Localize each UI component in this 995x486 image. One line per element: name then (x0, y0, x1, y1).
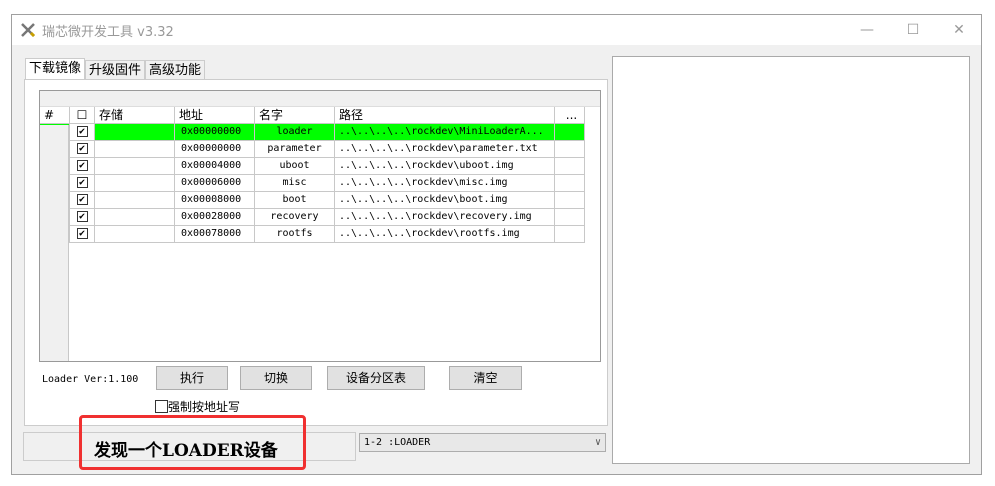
header-more: ... (555, 107, 585, 124)
row-storage (95, 175, 175, 192)
row-browse[interactable] (555, 192, 585, 209)
device-select-value: 1-2 :LOADER (364, 437, 431, 448)
table-row[interactable]: 4✔0x00006000misc..\..\..\..\rockdev\misc… (40, 175, 600, 192)
row-browse[interactable] (555, 158, 585, 175)
minimize-button[interactable]: — (844, 15, 890, 45)
row-name: uboot (255, 158, 335, 175)
row-name: parameter (255, 141, 335, 158)
row-path[interactable]: ..\..\..\..\rockdev\rootfs.img (335, 226, 555, 243)
clear-button[interactable]: 清空 (449, 366, 522, 390)
title-bar: 瑞芯微开发工具 v3.32 — ☐ ✕ (12, 15, 981, 45)
row-checkbox[interactable]: ✔ (76, 227, 88, 239)
table-row[interactable]: 7✔0x00078000rootfs..\..\..\..\rockdev\ro… (40, 226, 600, 243)
partition-table: # ☐ 存储 地址 名字 路径 ... 1✔0x00000000loader..… (39, 90, 601, 362)
row-storage (95, 124, 175, 141)
row-checkbox[interactable]: ✔ (76, 125, 88, 137)
close-button[interactable]: ✕ (936, 15, 982, 45)
row-browse[interactable] (555, 175, 585, 192)
row-address: 0x00000000 (175, 124, 255, 141)
header-storage: 存储 (95, 107, 175, 124)
row-storage (95, 158, 175, 175)
header-name: 名字 (255, 107, 335, 124)
row-browse[interactable] (555, 226, 585, 243)
tab-download-image[interactable]: 下载镜像 (25, 58, 86, 80)
row-checkbox[interactable]: ✔ (76, 193, 88, 205)
tab-advanced[interactable]: 高级功能 (145, 60, 206, 80)
app-window: 瑞芯微开发工具 v3.32 — ☐ ✕ 下载镜像 升级固件 高级功能 # ☐ 存… (11, 14, 982, 475)
header-index: # (40, 107, 70, 124)
row-name: misc (255, 175, 335, 192)
log-panel (612, 56, 970, 464)
row-address: 0x00008000 (175, 192, 255, 209)
row-path[interactable]: ..\..\..\..\rockdev\MiniLoaderA... (335, 124, 555, 141)
header-path: 路径 (335, 107, 555, 124)
row-name: loader (255, 124, 335, 141)
row-storage (95, 192, 175, 209)
row-browse[interactable] (555, 209, 585, 226)
row-path[interactable]: ..\..\..\..\rockdev\recovery.img (335, 209, 555, 226)
checkbox[interactable] (155, 400, 168, 413)
table-row[interactable]: 5✔0x00008000boot..\..\..\..\rockdev\boot… (40, 192, 600, 209)
row-path[interactable]: ..\..\..\..\rockdev\parameter.txt (335, 141, 555, 158)
table-header: # ☐ 存储 地址 名字 路径 ... (40, 107, 600, 124)
row-storage (95, 226, 175, 243)
row-address: 0x00028000 (175, 209, 255, 226)
download-panel: # ☐ 存储 地址 名字 路径 ... 1✔0x00000000loader..… (24, 79, 608, 426)
table-row[interactable]: 6✔0x00028000recovery..\..\..\..\rockdev\… (40, 209, 600, 226)
row-path[interactable]: ..\..\..\..\rockdev\boot.img (335, 192, 555, 209)
force-address-label: 强制按地址写 (168, 400, 241, 414)
tools-icon (21, 23, 36, 38)
partition-table-button[interactable]: 设备分区表 (327, 366, 425, 390)
table-row[interactable]: 3✔0x00004000uboot..\..\..\..\rockdev\ubo… (40, 158, 600, 175)
chevron-down-icon: ∨ (594, 437, 601, 448)
row-browse[interactable] (555, 141, 585, 158)
row-name: boot (255, 192, 335, 209)
switch-button[interactable]: 切换 (240, 366, 312, 390)
row-address: 0x00006000 (175, 175, 255, 192)
maximize-button[interactable]: ☐ (890, 15, 936, 45)
row-name: recovery (255, 209, 335, 226)
row-checkbox[interactable]: ✔ (76, 159, 88, 171)
row-checkbox[interactable]: ✔ (76, 176, 88, 188)
row-address: 0x00004000 (175, 158, 255, 175)
table-row[interactable]: 1✔0x00000000loader..\..\..\..\rockdev\Mi… (40, 124, 600, 141)
row-name: rootfs (255, 226, 335, 243)
window-title: 瑞芯微开发工具 v3.32 (42, 24, 174, 40)
header-address: 地址 (175, 107, 255, 124)
row-checkbox[interactable]: ✔ (76, 210, 88, 222)
row-storage (95, 141, 175, 158)
tab-upgrade-firmware[interactable]: 升级固件 (85, 60, 146, 80)
header-select-all[interactable]: ☐ (70, 107, 95, 124)
row-storage (95, 209, 175, 226)
row-path[interactable]: ..\..\..\..\rockdev\misc.img (335, 175, 555, 192)
run-button[interactable]: 执行 (156, 366, 228, 390)
row-address: 0x00078000 (175, 226, 255, 243)
loader-version: Loader Ver:1.100 (42, 374, 139, 385)
row-checkbox[interactable]: ✔ (76, 142, 88, 154)
row-address: 0x00000000 (175, 141, 255, 158)
row-path[interactable]: ..\..\..\..\rockdev\uboot.img (335, 158, 555, 175)
highlight-box (79, 415, 306, 470)
table-row[interactable]: 2✔0x00000000parameter..\..\..\..\rockdev… (40, 141, 600, 158)
device-select[interactable]: 1-2 :LOADER ∨ (359, 433, 606, 452)
row-browse[interactable] (555, 124, 585, 141)
force-address-checkbox[interactable]: 强制按地址写 (155, 398, 240, 415)
